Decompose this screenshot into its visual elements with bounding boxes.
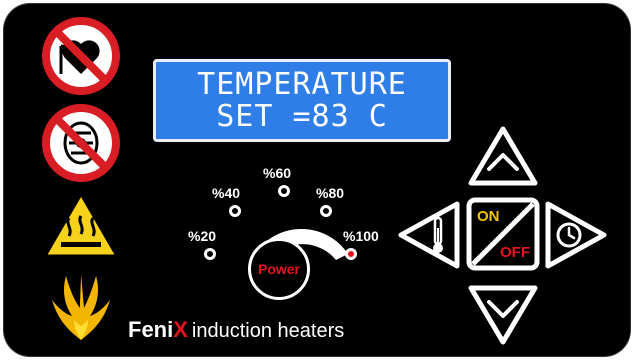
brand-logo-text: FeniX induction heaters: [128, 316, 344, 344]
power-level-40-button[interactable]: [229, 205, 241, 217]
power-level-20-label: %20: [188, 228, 217, 244]
hot-surface-warning-icon: [43, 192, 119, 258]
power-knob-label: Power: [257, 261, 300, 277]
brand-tagline: induction heaters: [191, 320, 345, 342]
power-knob[interactable]: Power: [248, 238, 310, 300]
lcd-line-2: SET =83 C: [216, 99, 388, 134]
up-button[interactable]: [467, 125, 539, 187]
power-level-40-label: %40: [212, 185, 241, 201]
lcd-line-1: TEMPERATURE: [197, 67, 407, 102]
on-label: ON: [477, 208, 500, 225]
power-level-100-label: %100: [343, 228, 379, 244]
power-level-80-button[interactable]: [320, 205, 332, 217]
no-metal-implant-icon: [42, 104, 120, 182]
temperature-button[interactable]: [395, 198, 463, 272]
brand-name-part1: Feni: [128, 317, 174, 342]
down-button[interactable]: [467, 284, 539, 346]
power-level-20-button[interactable]: [204, 248, 216, 260]
lcd-display: TEMPERATURE SET =83 C: [153, 59, 451, 142]
power-level-80-label: %80: [316, 185, 345, 201]
power-level-100-button[interactable]: [345, 248, 357, 260]
power-level-60-button[interactable]: [278, 185, 290, 197]
phoenix-logo-icon: [52, 274, 110, 340]
off-label: OFF: [500, 244, 530, 261]
no-pacemaker-icon: [42, 17, 120, 95]
power-level-60-label: %60: [263, 165, 292, 181]
timer-button[interactable]: [542, 198, 610, 272]
brand-name-part2: X: [173, 317, 188, 342]
